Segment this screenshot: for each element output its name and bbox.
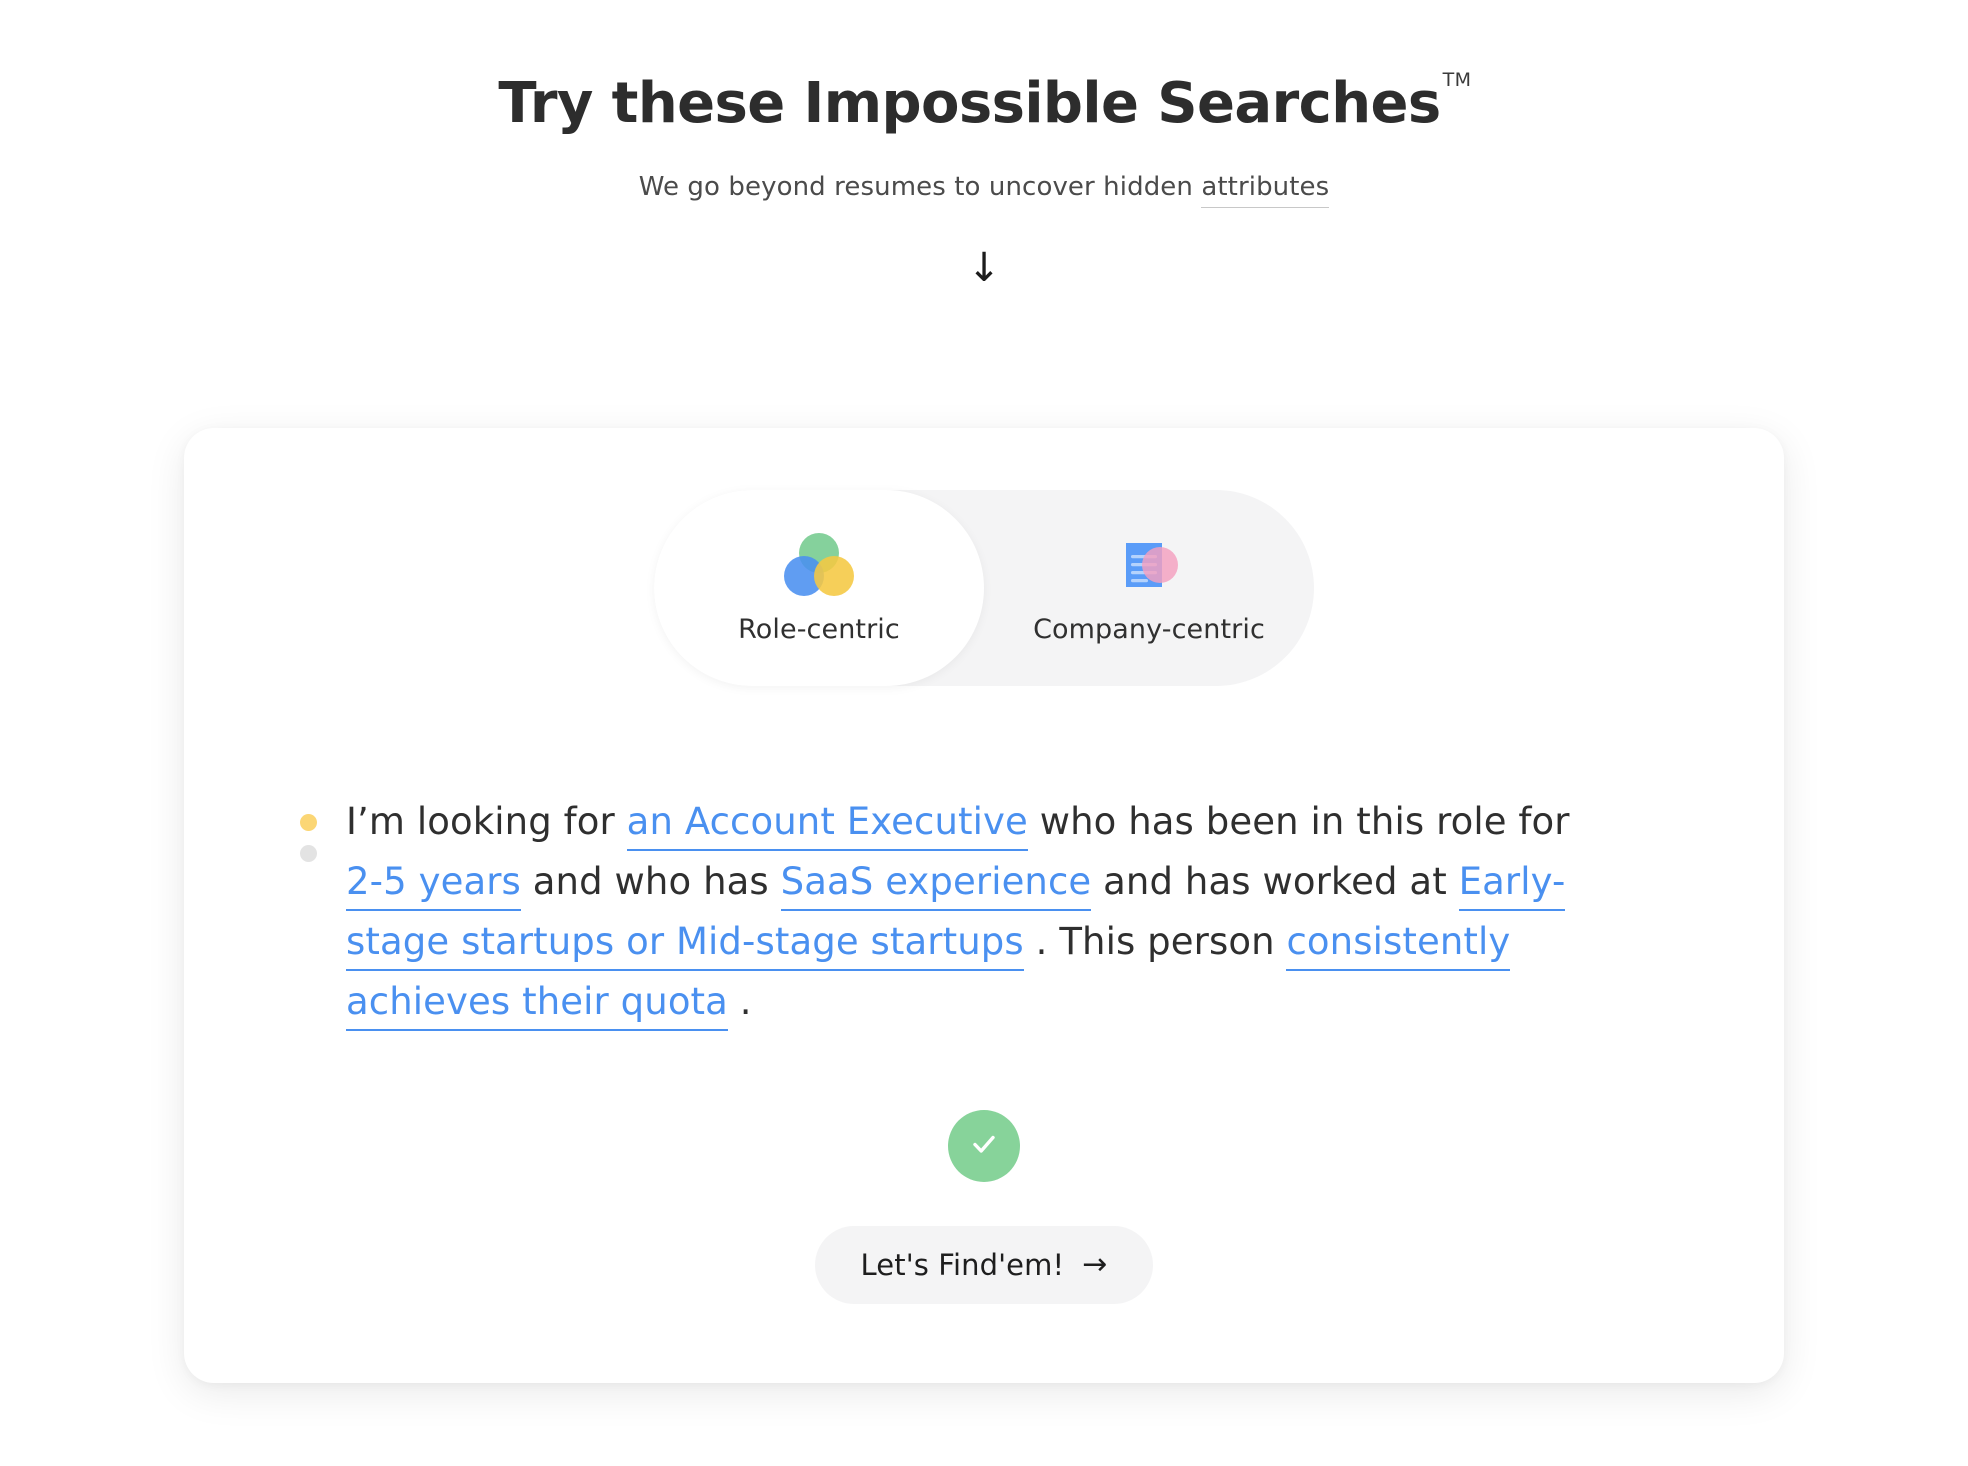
sentence-text-2: and who has	[520, 859, 781, 903]
chip-industry-experience[interactable]: SaaS experience	[780, 859, 1092, 911]
trademark-symbol: TM	[1442, 69, 1472, 92]
page-root: Try these Impossible Searches TM We go be…	[0, 0, 1968, 1466]
validation-status	[184, 1109, 1784, 1182]
hero-subtitle: We go beyond resumes to uncover hidden a…	[0, 172, 1968, 209]
tab-company-centric-label: Company-centric	[1033, 613, 1265, 645]
down-arrow-icon: ↓	[967, 245, 1001, 292]
search-sentence: I’m looking for an Account Executive who…	[346, 792, 1664, 1032]
tab-company-centric[interactable]: Company-centric	[984, 490, 1314, 686]
sentence-text-3: and has worked at	[1091, 859, 1459, 903]
search-sentence-row: I’m looking for an Account Executive who…	[184, 686, 1784, 1032]
cta-container: Let's Find'em! →	[184, 1225, 1784, 1304]
bullet-inactive	[300, 845, 317, 862]
bullet-active	[300, 814, 317, 831]
document-circle-icon	[1112, 532, 1186, 598]
page-title: Try these Impossible Searches TM	[498, 69, 1472, 136]
sentence-text-5: .	[727, 979, 752, 1023]
status-badge	[948, 1109, 1020, 1182]
tab-role-centric[interactable]: Role-centric	[654, 490, 984, 686]
hero-section: Try these Impossible Searches TM We go be…	[0, 0, 1968, 288]
page-title-text: Try these Impossible Searches	[498, 71, 1441, 136]
hero-subtitle-highlight: attributes	[1201, 172, 1330, 209]
sentence-text-4: . This person	[1023, 919, 1287, 963]
sentence-bullets	[300, 792, 346, 876]
search-mode-toggle[interactable]: Role-centric Company-centric	[654, 490, 1314, 686]
lets-find-em-button[interactable]: Let's Find'em! →	[814, 1225, 1154, 1304]
search-builder-card: Role-centric Company-centric I’m looking…	[184, 428, 1784, 1383]
sentence-text-0: I’m looking for	[346, 800, 627, 843]
chip-years-in-role[interactable]: 2-5 years	[346, 859, 521, 911]
check-icon	[967, 1127, 1001, 1165]
search-mode-toggle-container: Role-centric Company-centric	[184, 428, 1784, 686]
chip-role[interactable]: an Account Executive	[626, 800, 1028, 851]
tab-role-centric-label: Role-centric	[738, 613, 900, 645]
lets-find-em-label: Let's Find'em!	[860, 1247, 1065, 1282]
arrow-right-icon: →	[1082, 1246, 1108, 1282]
hero-subtitle-prefix: We go beyond resumes to uncover hidden	[638, 172, 1202, 203]
sentence-text-1: who has been in this role for	[1027, 800, 1570, 843]
venn-circles-icon	[782, 532, 856, 598]
